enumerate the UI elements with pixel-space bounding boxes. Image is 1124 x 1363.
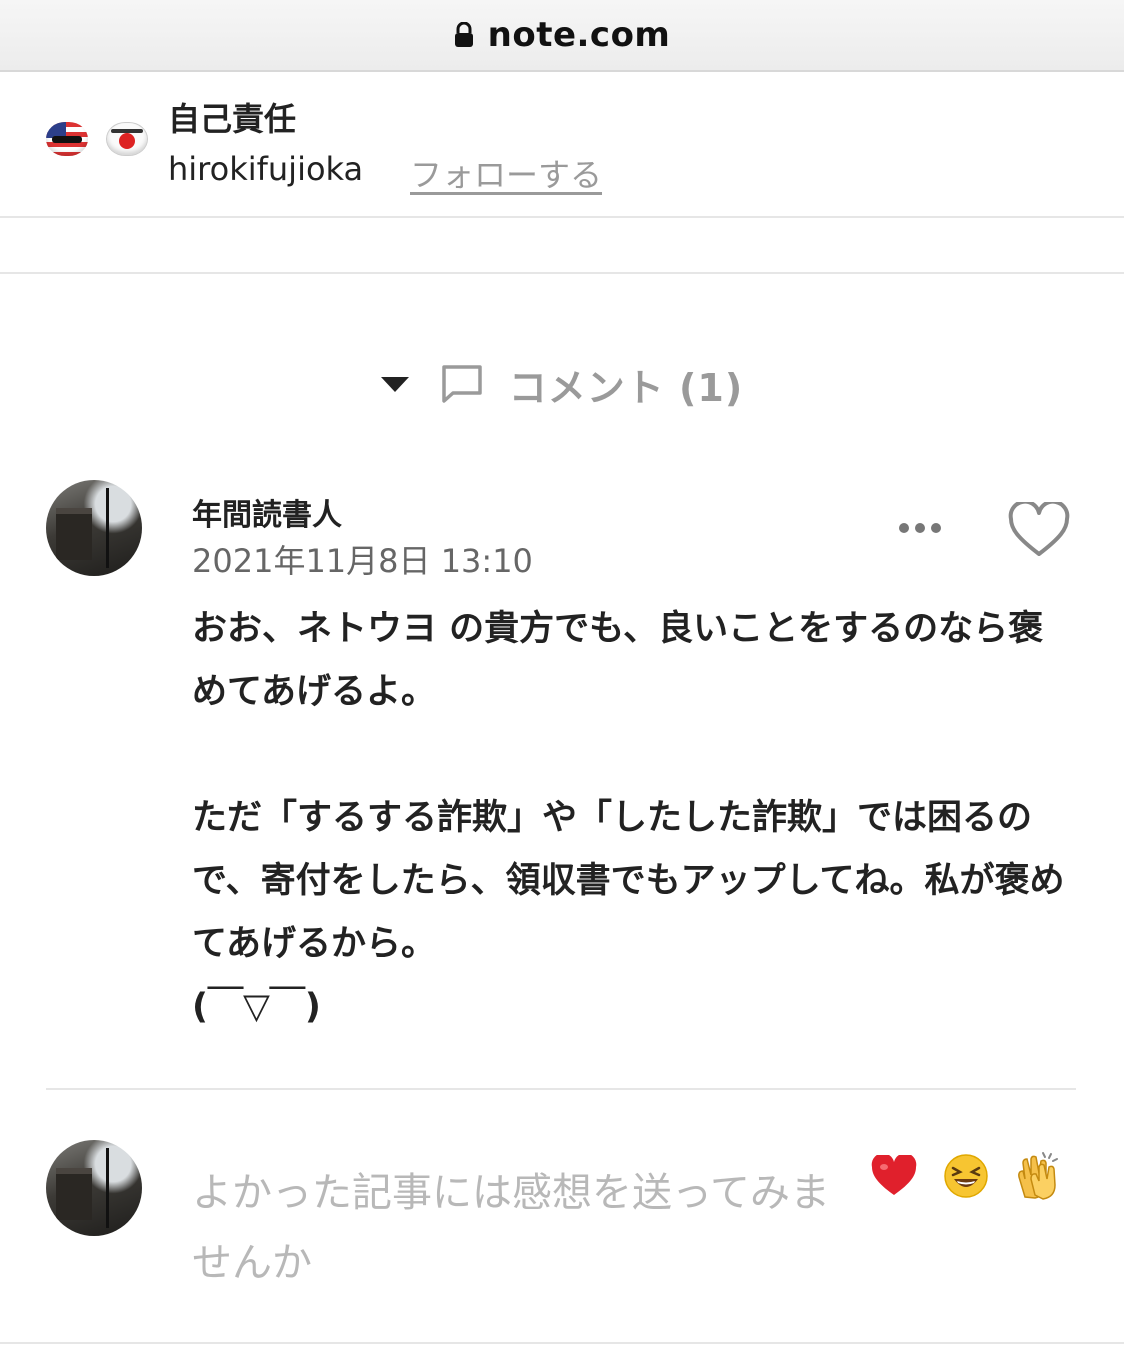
user-avatar [46, 1140, 142, 1236]
comment-kaomoji: (￣▽￣) [192, 987, 321, 1027]
commenter-avatar[interactable] [46, 480, 142, 576]
author-icons [46, 122, 148, 156]
article-header: 自己責任 hirokifujioka フォローする [0, 72, 1124, 218]
emoji-laugh-button[interactable] [940, 1150, 992, 1202]
comments-toggle[interactable]: コメント (1) [0, 352, 1124, 416]
url-text: note.com [487, 15, 671, 55]
article-title[interactable]: 自己責任 [168, 94, 296, 140]
comment-timestamp: 2021年11月8日 13:10 [192, 542, 533, 580]
browser-url-bar[interactable]: note.com [0, 0, 1124, 72]
comment-bubble-icon [441, 364, 483, 404]
more-dots-icon [899, 523, 909, 533]
clapping-hands-emoji-icon [1018, 1152, 1058, 1200]
laughing-emoji-icon [944, 1154, 988, 1198]
comment-input[interactable]: よかった記事には感想を送ってみませんか [192, 1158, 832, 1298]
commenter-name[interactable]: 年間読書人 [192, 490, 342, 534]
divider [0, 272, 1124, 274]
comments-count-label: コメント (1) [508, 365, 744, 410]
follow-button[interactable]: フォローする [410, 150, 602, 196]
triangle-down-icon [380, 376, 409, 392]
heart-emoji-icon [871, 1155, 917, 1195]
jp-flag-ball-icon [106, 122, 148, 156]
emoji-clap-button[interactable] [1012, 1150, 1064, 1202]
divider [46, 1088, 1076, 1090]
heart-outline-icon [1008, 502, 1070, 556]
comment-paragraph: ただ「するする詐欺」や「したした詐欺」では困るので、寄付をしたら、領収書でもアッ… [192, 798, 1065, 964]
author-name[interactable]: hirokifujioka [168, 150, 363, 188]
emoji-heart-button[interactable] [868, 1150, 920, 1202]
divider [0, 1342, 1124, 1344]
comment-body: おお、ネトウヨ の貴方でも、良いことをするのなら褒めてあげるよ。 ただ「するする… [192, 598, 1072, 1039]
lock-icon [454, 22, 474, 48]
more-options-button[interactable] [890, 508, 950, 548]
us-flag-ball-icon [46, 122, 88, 156]
like-button[interactable] [1006, 500, 1072, 560]
comment-paragraph: おお、ネトウヨ の貴方でも、良いことをするのなら褒めてあげるよ。 [192, 609, 1044, 712]
